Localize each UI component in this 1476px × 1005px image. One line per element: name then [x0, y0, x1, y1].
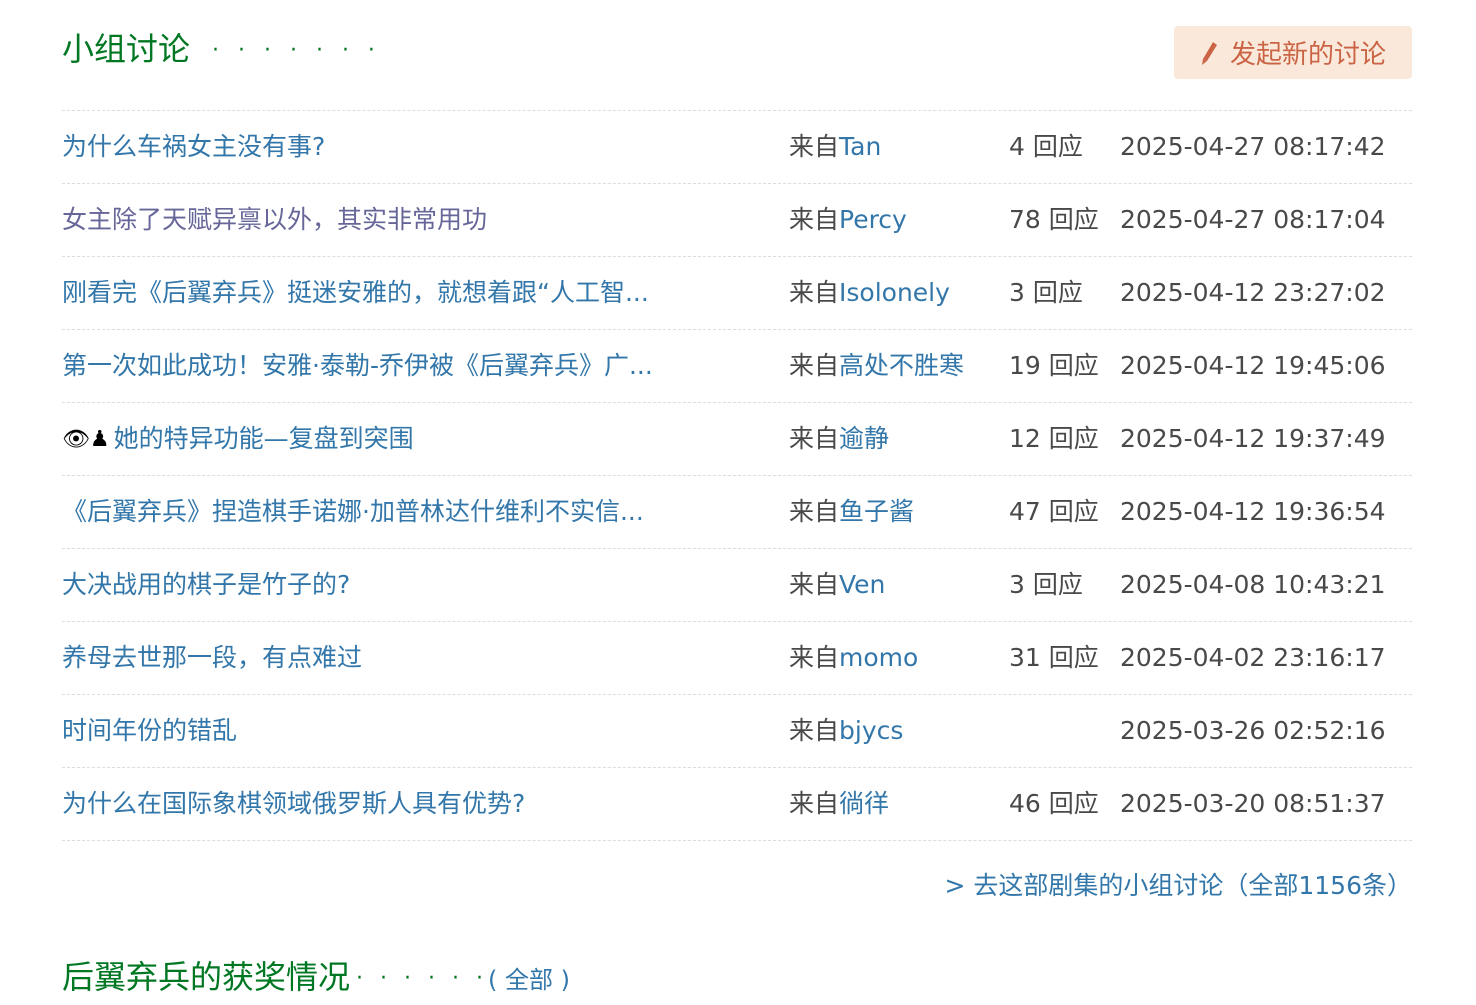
eye-chess-icon: 👁♟ [62, 427, 110, 452]
topic-title-link[interactable]: 大决战用的棋子是竹子的? [62, 570, 350, 599]
from-prefix: 来自 [789, 278, 840, 307]
topic-timestamp: 2025-03-26 02:52:16 [1120, 716, 1386, 745]
topic-author-link[interactable]: 徜徉 [839, 789, 889, 818]
topic-row: 《后翼弃兵》捏造棋手诺娜·加普林达什维利不实信... 来自鱼子酱 47 回应 2… [62, 476, 1412, 549]
topic-author-link[interactable]: Isolonely [839, 278, 950, 307]
topic-reply-count: 78 回应 [1009, 205, 1099, 234]
topic-title-link[interactable]: 时间年份的错乱 [62, 716, 237, 745]
topic-timestamp: 2025-04-12 19:45:06 [1120, 351, 1386, 380]
topic-author-link[interactable]: Tan [839, 132, 881, 161]
topic-author-link[interactable]: Percy [839, 205, 907, 234]
awards-title-dots: · · · · · · [356, 966, 488, 991]
topic-title-cell: 为什么在国际象棋领域俄罗斯人具有优势? [62, 768, 762, 840]
topic-title-link[interactable]: 《后翼弃兵》捏造棋手诺娜·加普林达什维利不实信... [62, 497, 644, 526]
awards-title-text: 后翼弃兵的获奖情况 [62, 958, 351, 996]
topic-timestamp: 2025-04-12 23:27:02 [1120, 278, 1386, 307]
title-dots: · · · · · · · [212, 38, 381, 63]
topic-row: 养母去世那一段，有点难过 来自momo 31 回应 2025-04-02 23:… [62, 622, 1412, 695]
topic-title-cell: 为什么车祸女主没有事? [62, 111, 762, 183]
topic-reply-count: 19 回应 [1009, 351, 1099, 380]
from-prefix: 来自 [789, 205, 840, 234]
topic-title-link[interactable]: 为什么车祸女主没有事? [62, 132, 325, 161]
topic-author-link[interactable]: Ven [839, 570, 885, 599]
topic-reply-count: 31 回应 [1009, 643, 1099, 672]
more-discussions-link[interactable]: > 去这部剧集的小组讨论（全部1156条） [944, 862, 1412, 910]
topic-author-cell: 来自高处不胜寒 [789, 330, 964, 402]
topic-title-cell: 时间年份的错乱 [62, 695, 762, 767]
topic-author-cell: 来自逾静 [789, 403, 889, 475]
topic-row: 刚看完《后翼弃兵》挺迷安雅的，就想着跟“人工智... 来自Isolonely 3… [62, 257, 1412, 330]
topic-list: 为什么车祸女主没有事? 来自Tan 4 回应 2025-04-27 08:17:… [62, 110, 1412, 841]
topic-timestamp: 2025-04-02 23:16:17 [1120, 643, 1386, 672]
new-discussion-button[interactable]: 发起新的讨论 [1174, 26, 1412, 79]
from-prefix: 来自 [789, 424, 840, 453]
awards-all-wrapper: ( 全部 ) [488, 966, 570, 994]
topic-reply-count: 47 回应 [1009, 497, 1099, 526]
pencil-icon [1201, 41, 1217, 65]
topic-row: 大决战用的棋子是竹子的? 来自Ven 3 回应 2025-04-08 10:43… [62, 549, 1412, 622]
topic-reply-count: 46 回应 [1009, 789, 1099, 818]
topic-reply-count: 4 回应 [1009, 132, 1083, 161]
topic-title-link[interactable]: 刚看完《后翼弃兵》挺迷安雅的，就想着跟“人工智... [62, 278, 649, 307]
topic-author-cell: 来自Tan [789, 111, 881, 183]
from-prefix: 来自 [789, 643, 840, 672]
topic-title-cell: 第一次如此成功！安雅·泰勒-乔伊被《后翼弃兵》广... [62, 330, 762, 402]
topic-title-cell: 《后翼弃兵》捏造棋手诺娜·加普林达什维利不实信... [62, 476, 762, 548]
topic-timestamp: 2025-03-20 08:51:37 [1120, 789, 1386, 818]
topic-title-cell: 养母去世那一段，有点难过 [62, 622, 762, 694]
topic-title-cell: 大决战用的棋子是竹子的? [62, 549, 762, 621]
topic-reply-count: 3 回应 [1009, 570, 1083, 599]
paren-open: ( [487, 966, 498, 994]
from-prefix: 来自 [789, 789, 840, 818]
topic-title-link[interactable]: 她的特异功能—复盘到突围 [114, 424, 414, 453]
topic-author-link[interactable]: 鱼子酱 [839, 497, 914, 526]
from-prefix: 来自 [789, 716, 840, 745]
topic-timestamp: 2025-04-12 19:37:49 [1120, 424, 1386, 453]
awards-section-title: 后翼弃兵的获奖情况 · · · · · ·( 全部 ) [62, 952, 570, 1005]
topic-title-link[interactable]: 为什么在国际象棋领域俄罗斯人具有优势? [62, 789, 525, 818]
from-prefix: 来自 [789, 351, 840, 380]
topic-author-link[interactable]: 高处不胜寒 [839, 351, 964, 380]
topic-title-cell: 女主除了天赋异禀以外，其实非常用功 [62, 184, 762, 256]
topic-author-cell: 来自鱼子酱 [789, 476, 914, 548]
topic-author-cell: 来自bjycs [789, 695, 903, 767]
section-title: 小组讨论 · · · · · · · [62, 26, 381, 74]
topic-row: 女主除了天赋异禀以外，其实非常用功 来自Percy 78 回应 2025-04-… [62, 184, 1412, 257]
topic-row: 时间年份的错乱 来自bjycs 2025-03-26 02:52:16 [62, 695, 1412, 768]
topic-reply-count: 3 回应 [1009, 278, 1083, 307]
from-prefix: 来自 [789, 570, 840, 599]
new-discussion-label: 发起新的讨论 [1229, 40, 1386, 70]
topic-title-cell: 👁♟ 她的特异功能—复盘到突围 [62, 403, 762, 476]
topic-title-link[interactable]: 第一次如此成功！安雅·泰勒-乔伊被《后翼弃兵》广... [62, 351, 653, 380]
topic-row: 第一次如此成功！安雅·泰勒-乔伊被《后翼弃兵》广... 来自高处不胜寒 19 回… [62, 330, 1412, 403]
from-prefix: 来自 [789, 132, 840, 161]
topic-author-cell: 来自Ven [789, 549, 885, 621]
from-prefix: 来自 [789, 497, 840, 526]
topic-timestamp: 2025-04-08 10:43:21 [1120, 570, 1386, 599]
topic-title-link[interactable]: 养母去世那一段，有点难过 [62, 643, 362, 672]
topic-timestamp: 2025-04-12 19:36:54 [1120, 497, 1386, 526]
topic-row: 为什么在国际象棋领域俄罗斯人具有优势? 来自徜徉 46 回应 2025-03-2… [62, 768, 1412, 841]
topic-title-cell: 刚看完《后翼弃兵》挺迷安雅的，就想着跟“人工智... [62, 257, 762, 329]
topic-author-cell: 来自徜徉 [789, 768, 889, 840]
topic-author-cell: 来自momo [789, 622, 918, 694]
topic-author-link[interactable]: bjycs [839, 716, 903, 745]
topic-title-link[interactable]: 女主除了天赋异禀以外，其实非常用功 [62, 205, 487, 234]
topic-timestamp: 2025-04-27 08:17:42 [1120, 132, 1386, 161]
awards-all-link[interactable]: 全部 [505, 966, 553, 994]
topic-author-cell: 来自Isolonely [789, 257, 950, 329]
topic-author-cell: 来自Percy [789, 184, 907, 256]
paren-close: ) [560, 966, 570, 994]
topic-author-link[interactable]: momo [839, 643, 918, 672]
topic-reply-count: 12 回应 [1009, 424, 1099, 453]
topic-timestamp: 2025-04-27 08:17:04 [1120, 205, 1386, 234]
topic-row: 为什么车祸女主没有事? 来自Tan 4 回应 2025-04-27 08:17:… [62, 111, 1412, 184]
topic-author-link[interactable]: 逾静 [839, 424, 889, 453]
section-title-text: 小组讨论 [62, 30, 191, 68]
topic-row: 👁♟ 她的特异功能—复盘到突围 来自逾静 12 回应 2025-04-12 19:… [62, 403, 1412, 476]
